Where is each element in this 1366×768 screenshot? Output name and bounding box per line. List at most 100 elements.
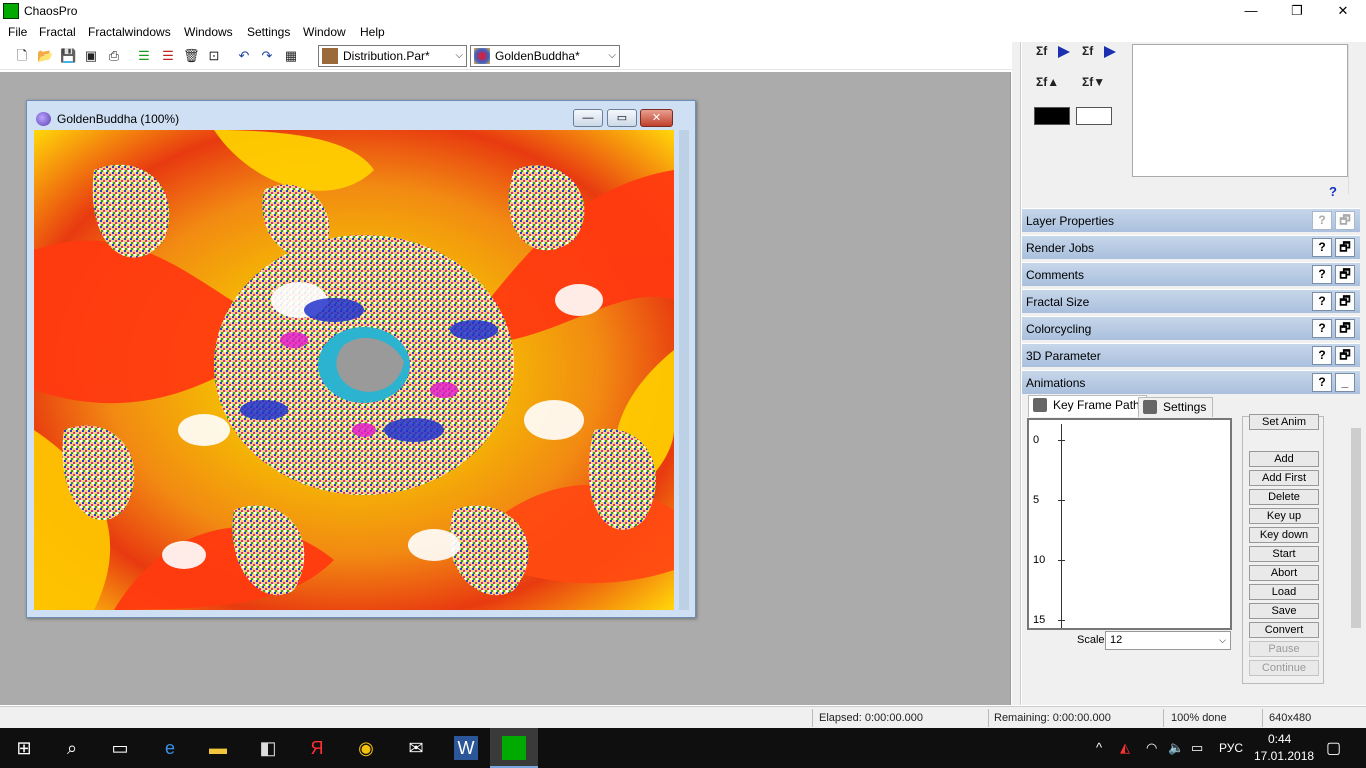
taskbar-chaospro[interactable]: [490, 728, 538, 768]
continue-button[interactable]: Continue: [1249, 660, 1319, 676]
fractal-window[interactable]: GoldenBuddha (100%) — ▭ ✕: [26, 100, 696, 618]
color-swatch-black[interactable]: [1034, 107, 1070, 125]
menu-fractal[interactable]: Fractal: [39, 25, 76, 39]
help-icon[interactable]: ?: [1312, 211, 1332, 230]
chrome-icon[interactable]: ◉: [354, 736, 378, 760]
add-button[interactable]: Add: [1249, 451, 1319, 467]
start-icon[interactable]: ⊞: [12, 736, 36, 760]
fractal-image[interactable]: [34, 130, 674, 610]
search-icon[interactable]: ⌕: [60, 736, 84, 760]
help-icon[interactable]: ?: [1312, 346, 1332, 365]
load-button[interactable]: Load: [1249, 584, 1319, 600]
layers-red-icon[interactable]: ☰: [160, 48, 176, 64]
section-comments[interactable]: Comments ? 🗗: [1022, 262, 1360, 286]
save-icon[interactable]: 💾: [60, 48, 76, 64]
section-layer-properties[interactable]: Layer Properties ? 🗗: [1022, 208, 1360, 232]
notification-icon[interactable]: ▢: [1326, 738, 1341, 758]
window-icon[interactable]: ⊡: [206, 48, 222, 64]
undock-icon[interactable]: 🗗: [1335, 319, 1355, 338]
distribution-combo[interactable]: Distribution.Par* ⌵: [318, 45, 467, 67]
menu-help[interactable]: Help: [360, 25, 385, 39]
help-icon[interactable]: ?: [1312, 292, 1332, 311]
key-down-button[interactable]: Key down: [1249, 527, 1319, 543]
add-first-button[interactable]: Add First: [1249, 470, 1319, 486]
fractal-close-button[interactable]: ✕: [640, 109, 673, 127]
redo-icon[interactable]: ↷: [259, 48, 275, 64]
mail-icon[interactable]: ✉: [404, 736, 428, 760]
chevron-up-icon[interactable]: ^: [1096, 740, 1102, 755]
formula-combo[interactable]: GoldenBuddha* ⌵: [470, 45, 620, 67]
open-icon[interactable]: 📂: [37, 48, 53, 64]
scrollbar-thumb[interactable]: [1351, 428, 1361, 628]
sigma-up-icon[interactable]: Σf▲: [1036, 75, 1070, 95]
section-colorcycling[interactable]: Colorcycling ? 🗗: [1022, 316, 1360, 340]
preview-scrollbar[interactable]: [1348, 44, 1363, 194]
close-button[interactable]: ✕: [1320, 0, 1366, 22]
collapse-icon[interactable]: _: [1335, 373, 1355, 392]
minimize-button[interactable]: —: [1228, 0, 1274, 22]
clock-time[interactable]: 0:44: [1268, 732, 1291, 746]
section-3d-parameter[interactable]: 3D Parameter ? 🗗: [1022, 343, 1360, 367]
delete-button[interactable]: Delete: [1249, 489, 1319, 505]
status-remaining: Remaining: 0:00:00.000: [994, 712, 1111, 724]
undock-icon[interactable]: 🗗: [1335, 265, 1355, 284]
explorer-icon[interactable]: ▬: [206, 736, 230, 760]
set-anim-button[interactable]: Set Anim: [1249, 414, 1319, 430]
film-icon[interactable]: ▦: [283, 48, 299, 64]
menu-windows[interactable]: Windows: [184, 25, 233, 39]
help-icon[interactable]: ?: [1312, 238, 1332, 257]
help-icon[interactable]: ?: [1312, 373, 1332, 392]
menu-file[interactable]: File: [8, 25, 27, 39]
abort-button[interactable]: Abort: [1249, 565, 1319, 581]
start-button[interactable]: Start: [1249, 546, 1319, 562]
sigma-down-icon[interactable]: Σf▼: [1082, 75, 1116, 95]
pause-button[interactable]: Pause: [1249, 641, 1319, 657]
wifi-icon[interactable]: ◠: [1146, 740, 1157, 756]
battery-icon[interactable]: ▭: [1191, 740, 1203, 756]
undock-icon[interactable]: 🗗: [1335, 238, 1355, 257]
print-icon[interactable]: ⎙: [106, 48, 122, 64]
animations-scrollbar[interactable]: [1349, 416, 1363, 694]
delete-icon[interactable]: 🗑: [183, 48, 200, 64]
help-icon[interactable]: ?: [1312, 319, 1332, 338]
settings-icon: [1143, 400, 1157, 414]
fractal-restore-button[interactable]: ▭: [607, 109, 637, 127]
sigma-transfer-icon[interactable]: Σf: [1036, 44, 1070, 64]
section-animations[interactable]: Animations ? _: [1022, 370, 1360, 394]
section-render-jobs[interactable]: Render Jobs ? 🗗: [1022, 235, 1360, 259]
menu-settings[interactable]: Settings: [247, 25, 290, 39]
new-icon[interactable]: 🗋: [14, 48, 30, 64]
layers-green-icon[interactable]: ☰: [136, 48, 152, 64]
edge-icon[interactable]: e: [158, 736, 182, 760]
undock-icon[interactable]: 🗗: [1335, 346, 1355, 365]
scale-select[interactable]: 12 ⌵: [1105, 631, 1231, 650]
maximize-button[interactable]: ❐: [1274, 0, 1320, 22]
color-swatch-white[interactable]: [1076, 107, 1112, 125]
convert-button[interactable]: Convert: [1249, 622, 1319, 638]
fractal-minimize-button[interactable]: —: [573, 109, 603, 127]
task-view-icon[interactable]: ▭: [108, 736, 132, 760]
keyframe-path-view[interactable]: 0 5 10 15: [1027, 418, 1232, 630]
panel-splitter[interactable]: [1012, 42, 1021, 705]
save-all-icon[interactable]: ▣: [83, 48, 99, 64]
menu-window[interactable]: Window: [303, 25, 346, 39]
clock-date[interactable]: 17.01.2018: [1254, 749, 1314, 763]
store-icon[interactable]: ◧: [256, 736, 280, 760]
save-button[interactable]: Save: [1249, 603, 1319, 619]
taskbar-word[interactable]: W: [442, 728, 490, 768]
key-up-button[interactable]: Key up: [1249, 508, 1319, 524]
menu-fractalwindows[interactable]: Fractalwindows: [88, 25, 171, 39]
tab-key-frame-path[interactable]: Key Frame Path: [1028, 395, 1147, 417]
language-indicator[interactable]: РУС: [1219, 741, 1243, 755]
undock-icon[interactable]: 🗗: [1335, 211, 1355, 230]
volume-icon[interactable]: 🔈: [1168, 740, 1184, 756]
undo-icon[interactable]: ↶: [236, 48, 252, 64]
section-fractal-size[interactable]: Fractal Size ? 🗗: [1022, 289, 1360, 313]
sigma-transfer-icon[interactable]: Σf: [1082, 44, 1116, 64]
antivirus-icon[interactable]: ◭: [1120, 740, 1130, 756]
undock-icon[interactable]: 🗗: [1335, 292, 1355, 311]
tab-settings[interactable]: Settings: [1138, 397, 1214, 417]
help-question-icon[interactable]: ?: [1329, 184, 1337, 199]
yandex-icon[interactable]: Я: [305, 736, 329, 760]
help-icon[interactable]: ?: [1312, 265, 1332, 284]
